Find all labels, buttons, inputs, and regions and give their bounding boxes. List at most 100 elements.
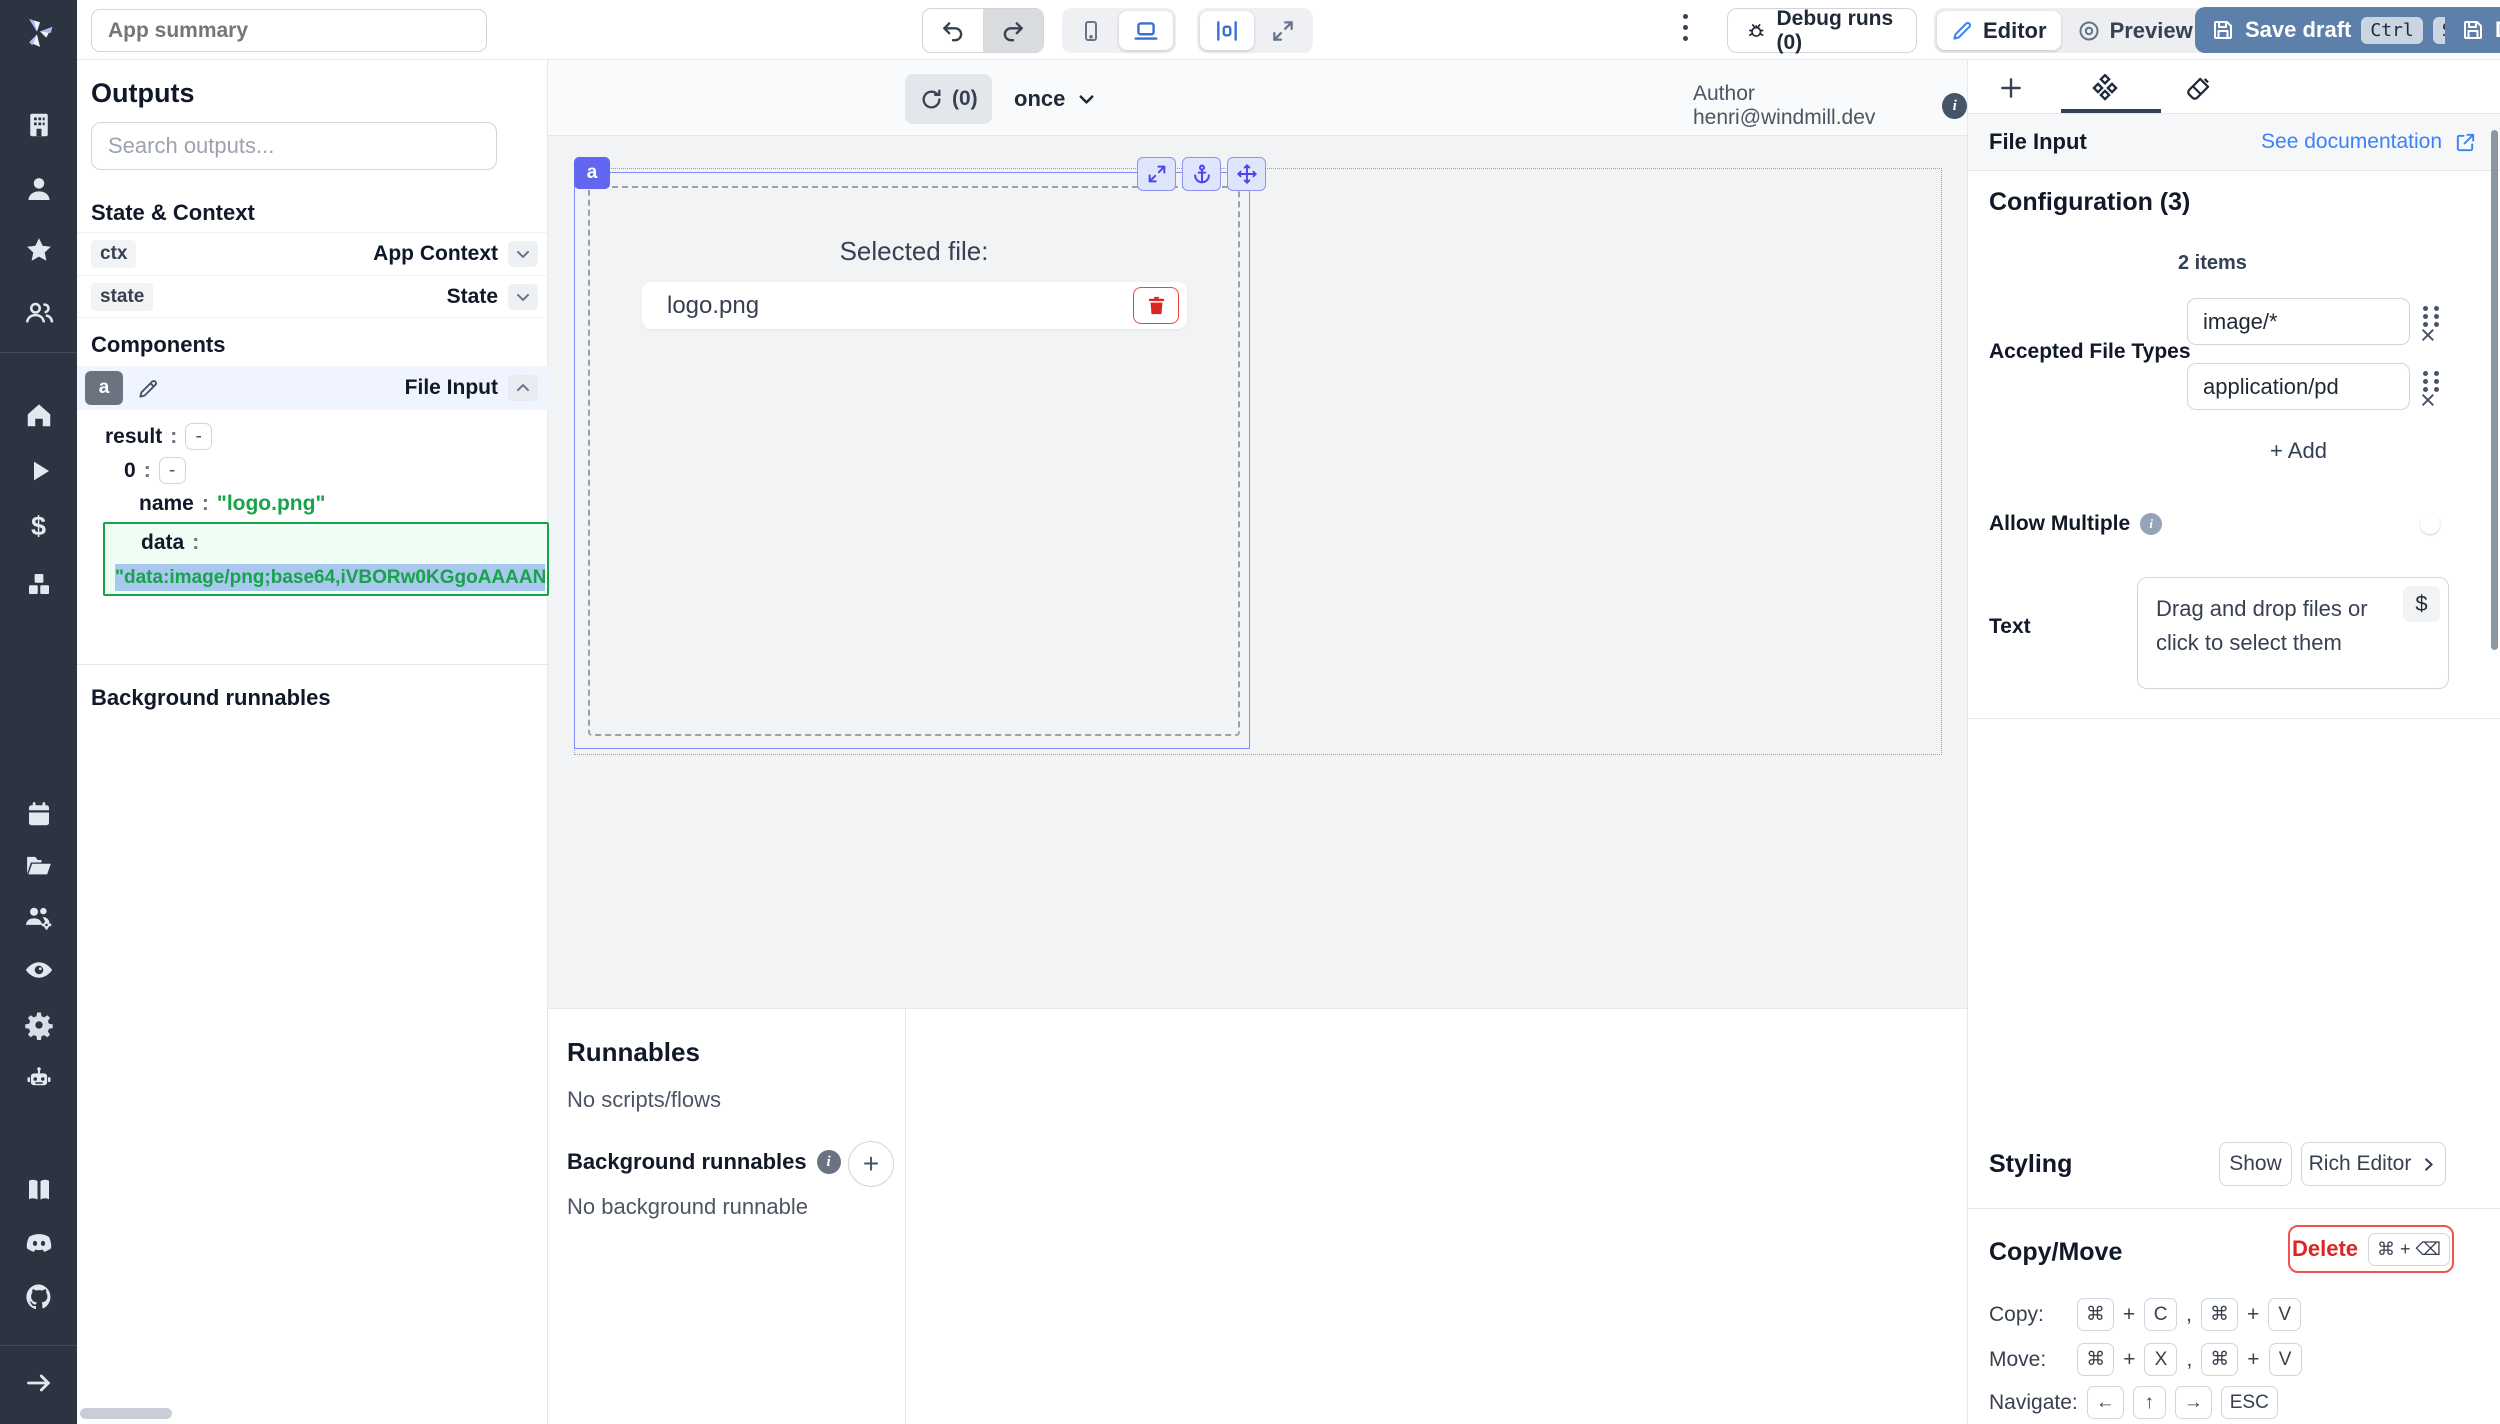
settings-gear-icon[interactable] xyxy=(20,1006,57,1043)
search-outputs-input[interactable] xyxy=(91,122,497,170)
preview-label: Preview xyxy=(2110,18,2193,44)
tree-result-line[interactable]: result : - xyxy=(105,423,212,450)
horizontal-scrollbar[interactable] xyxy=(80,1408,172,1419)
remove-file-button[interactable] xyxy=(1133,287,1179,324)
undo-button[interactable] xyxy=(923,9,983,52)
text-value-field-wrap: Drag and drop files or click to select t… xyxy=(2137,577,2449,689)
file-input-dropzone[interactable] xyxy=(588,186,1240,736)
ctx-row[interactable]: ctx App Context xyxy=(77,232,548,275)
accepted-file-types-label: Accepted File Types xyxy=(1989,340,2191,364)
home-icon[interactable] xyxy=(20,396,57,433)
more-options-kebab-icon[interactable] xyxy=(1675,14,1695,41)
github-icon[interactable] xyxy=(20,1278,57,1315)
vertical-scrollbar[interactable] xyxy=(2491,130,2498,650)
delete-component-button[interactable]: Delete ⌘ + ⌫ xyxy=(2288,1225,2454,1273)
styling-show-button[interactable]: Show xyxy=(2219,1142,2292,1186)
chevron-down-icon[interactable] xyxy=(508,284,538,310)
workers-robot-icon[interactable] xyxy=(20,1060,57,1097)
no-background-text: No background runnable xyxy=(567,1194,808,1220)
desktop-view-button[interactable] xyxy=(1119,11,1173,50)
remove-item-x-button[interactable]: × xyxy=(2420,387,2436,414)
groups-admin-icon[interactable] xyxy=(20,899,57,936)
center-content-button[interactable] xyxy=(1200,11,1254,50)
schedules-calendar-icon[interactable] xyxy=(20,795,57,832)
esc-key: ESC xyxy=(2221,1386,2278,1419)
text-value-textarea[interactable]: Drag and drop files or click to select t… xyxy=(2138,578,2448,688)
component-row-a[interactable]: a File Input xyxy=(77,366,548,410)
users-group-icon[interactable] xyxy=(20,294,57,331)
external-link-icon[interactable] xyxy=(2454,131,2477,154)
tab-editor[interactable]: Editor xyxy=(1937,11,2061,50)
info-icon[interactable]: i xyxy=(817,1150,841,1174)
recompute-mode-dropdown[interactable]: once xyxy=(1014,74,1098,124)
tree-index-line[interactable]: 0 : - xyxy=(124,457,186,484)
collapse-minus-button[interactable]: - xyxy=(159,457,186,484)
deploy-button[interactable]: Deploy xyxy=(2445,7,2500,53)
recompute-button[interactable]: (0) xyxy=(905,74,992,124)
move-component-button[interactable] xyxy=(1227,157,1266,191)
app-canvas[interactable]: a Selected file: logo.png xyxy=(548,136,1967,1008)
connect-dollar-button[interactable]: $ xyxy=(2403,586,2440,622)
audit-eye-icon[interactable] xyxy=(20,951,57,988)
rich-editor-button[interactable]: Rich Editor xyxy=(2301,1142,2446,1186)
resources-cubes-icon[interactable] xyxy=(20,565,57,602)
accepted-type-input-2[interactable] xyxy=(2187,363,2410,410)
redo-button[interactable] xyxy=(983,9,1043,52)
tree-name-line[interactable]: name : "logo.png" xyxy=(139,492,325,516)
comma-sep: , xyxy=(2186,1303,2192,1327)
info-icon[interactable]: i xyxy=(1942,93,1967,119)
expand-component-button[interactable] xyxy=(1137,157,1176,191)
rename-pencil-icon[interactable] xyxy=(137,377,160,400)
tab-component-settings[interactable] xyxy=(2083,68,2127,108)
canvas-toolbar: (0) once Hide bar on view Author henri@w… xyxy=(548,60,1967,136)
user-icon[interactable] xyxy=(20,170,57,207)
chevron-up-icon[interactable] xyxy=(508,375,538,401)
discord-icon[interactable] xyxy=(20,1224,57,1261)
app-summary-input[interactable] xyxy=(91,9,487,52)
deploy-label: Deploy xyxy=(2495,17,2500,43)
workspace-icon[interactable] xyxy=(20,106,57,143)
add-background-runnable-button[interactable]: + xyxy=(848,1141,894,1187)
tab-insert-plus[interactable] xyxy=(1989,68,2033,108)
collapse-minus-button[interactable]: - xyxy=(185,423,212,450)
component-id-badge: a xyxy=(85,371,123,405)
state-context-heading: State & Context xyxy=(91,200,255,226)
selected-file-label: Selected file: xyxy=(588,236,1240,267)
chevron-down-icon[interactable] xyxy=(508,241,538,267)
add-item-button[interactable]: + Add xyxy=(2187,438,2410,464)
app-sidebar-rail: $ xyxy=(0,0,77,1424)
settings-header: File Input See documentation xyxy=(1968,113,2500,171)
favorites-star-icon[interactable] xyxy=(20,231,57,268)
info-icon[interactable]: i xyxy=(2140,513,2162,535)
remove-item-x-button[interactable]: × xyxy=(2420,322,2436,349)
plus-sep: + xyxy=(2123,1303,2135,1327)
see-documentation-link[interactable]: See documentation xyxy=(2261,130,2442,154)
save-draft-button[interactable]: Save draft Ctrl S xyxy=(2195,7,2478,53)
mobile-view-button[interactable] xyxy=(1065,11,1117,50)
move-shortcut-row: Move: ⌘ + X , ⌘ + V xyxy=(1989,1343,2302,1376)
rail-divider xyxy=(0,352,77,353)
windmill-logo[interactable] xyxy=(20,14,57,51)
tab-preview[interactable]: Preview xyxy=(2063,11,2207,50)
tree-key-data: data xyxy=(141,531,184,555)
fullwidth-expand-button[interactable] xyxy=(1256,11,1310,50)
variables-dollar-icon[interactable]: $ xyxy=(20,508,57,545)
v-key: V xyxy=(2268,1298,2301,1331)
tab-styling-brush[interactable] xyxy=(2176,68,2220,108)
docs-book-icon[interactable] xyxy=(20,1171,57,1208)
c-key: C xyxy=(2144,1298,2177,1331)
tree-key-result: result xyxy=(105,425,162,449)
cmd-key: ⌘ xyxy=(2077,1343,2114,1376)
runs-play-icon[interactable] xyxy=(20,452,57,489)
file-name: logo.png xyxy=(667,292,759,320)
collapse-sidebar-arrow-icon[interactable] xyxy=(20,1364,57,1401)
items-count: 2 items xyxy=(2178,252,2247,275)
cmd-key: ⌘ xyxy=(2077,1298,2114,1331)
anchor-component-button[interactable] xyxy=(1182,157,1221,191)
folders-icon[interactable] xyxy=(20,846,57,883)
state-row[interactable]: state State xyxy=(77,275,548,318)
selected-data-node[interactable]: data : "data:image/png;base64,iVBORw0KGg… xyxy=(103,522,549,596)
accepted-type-input-1[interactable] xyxy=(2187,298,2410,345)
debug-runs-button[interactable]: Debug runs (0) xyxy=(1727,8,1917,53)
panel-divider[interactable] xyxy=(905,1009,906,1424)
